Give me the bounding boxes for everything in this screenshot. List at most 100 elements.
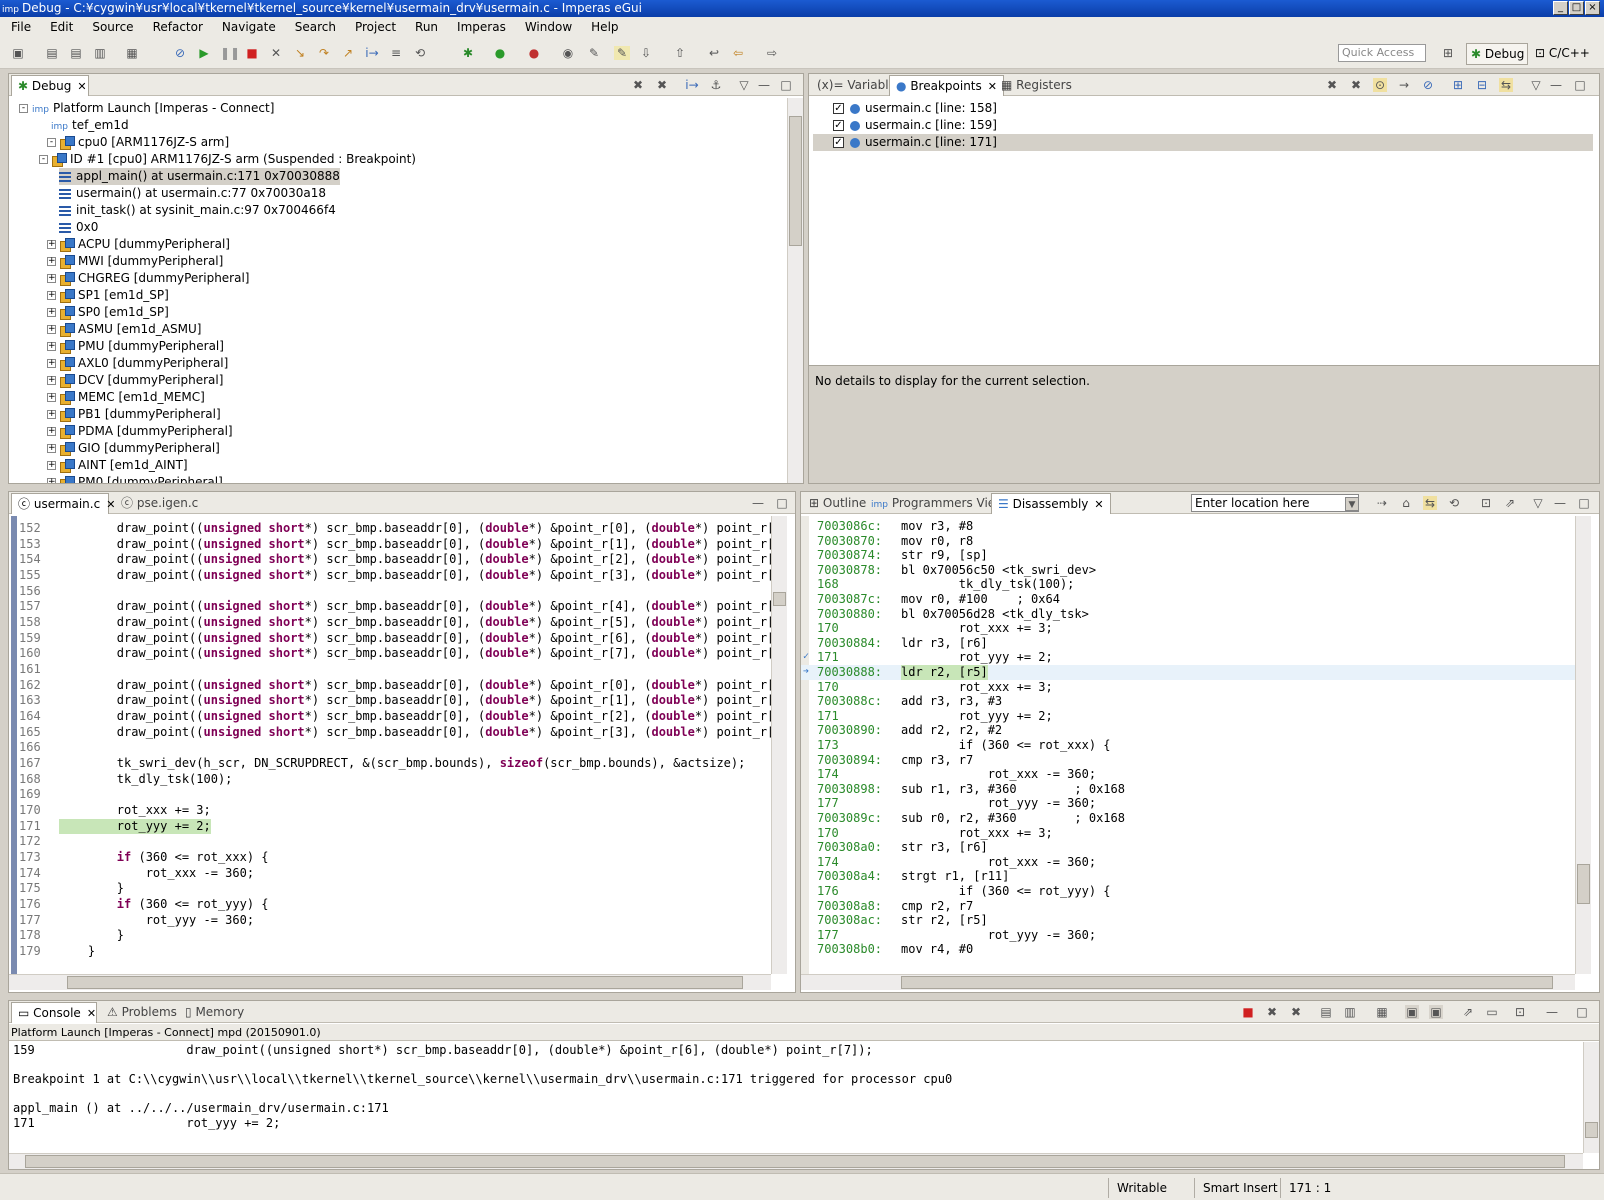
tab-problems[interactable]: ⚠ Problems (101, 1002, 183, 1023)
code-line[interactable]: 161 (17, 662, 773, 678)
maximize-view-icon[interactable]: □ (1573, 78, 1587, 92)
code-line[interactable]: 155 draw_point((unsigned short*) scr_bmp… (17, 568, 773, 584)
breakpoint-item[interactable]: ✓ usermain.c [line: 158] (833, 100, 1593, 117)
debug-tree-item[interactable]: + PMU [dummyPeripheral] (47, 338, 224, 355)
disasm-instruction[interactable]: 70030880: bl 0x70056d28 <tk_dly_tsk> (801, 607, 1575, 622)
code-line[interactable]: 167 tk_swri_dev(h_scr, DN_SCRUPDRECT, &(… (17, 756, 773, 772)
disasm-source-line[interactable]: 174 rot_xxx -= 360; (801, 767, 1575, 782)
tab-disassembly[interactable]: ☰ Disassembly ✕ (991, 493, 1111, 514)
menu-file[interactable]: File (11, 20, 31, 34)
expand-icon[interactable]: + (47, 427, 56, 436)
link-with-debug-icon[interactable]: ⇆ (1499, 78, 1513, 92)
disasm-source-line[interactable]: 170 rot_xxx += 3; (801, 621, 1575, 636)
external-tools-icon[interactable]: ● (526, 46, 542, 60)
minimize-view-icon[interactable]: — (751, 496, 765, 510)
debug-tree-item[interactable]: + MEMC [em1d_MEMC] (47, 389, 205, 406)
code-line[interactable]: 153 draw_point((unsigned short*) scr_bmp… (17, 537, 773, 553)
collapse-icon[interactable]: - (19, 104, 28, 113)
tab-usermain-c[interactable]: ⓒ usermain.c ✕ (11, 493, 115, 514)
resume-icon[interactable]: ▶ (196, 46, 212, 60)
disconnect-icon[interactable]: ✕ (268, 46, 284, 60)
step-mode-icon[interactable]: i→ (685, 78, 699, 92)
breakpoint-item[interactable]: ✓ usermain.c [line: 159] (833, 117, 1593, 134)
expand-all-icon[interactable]: ⊞ (1451, 78, 1465, 92)
instruction-stepping-icon[interactable]: i→ (364, 46, 380, 60)
save-all-icon[interactable]: ▤ (68, 46, 84, 60)
disasm-source-line[interactable]: 170 rot_xxx += 3; (801, 826, 1575, 841)
editor-hscroll[interactable] (9, 974, 771, 990)
use-step-filters-icon[interactable]: ≡ (388, 46, 404, 60)
debug-tree-item[interactable]: + ACPU [dummyPeripheral] (47, 236, 230, 253)
disasm-source-line[interactable]: 174 rot_xxx -= 360; (801, 855, 1575, 870)
debug-tree-item[interactable]: + GIO [dummyPeripheral] (47, 440, 220, 457)
debug-tree-item[interactable]: + SP1 [em1d_SP] (47, 287, 169, 304)
maximize-view-icon[interactable]: □ (1575, 1005, 1589, 1019)
expand-icon[interactable]: + (47, 308, 56, 317)
show-on-output-icon[interactable]: ▣ (1405, 1005, 1419, 1019)
debug-tree-item[interactable]: + PDMA [dummyPeripheral] (47, 423, 233, 440)
collapse-icon[interactable]: - (39, 155, 48, 164)
code-line[interactable]: 171 rot_yyy += 2;✓ (17, 818, 773, 835)
minimize-button[interactable]: _ (1553, 1, 1568, 15)
show-supported-icon[interactable]: ⊙ (1373, 78, 1387, 92)
code-line[interactable]: 168 tk_dly_tsk(100); (17, 772, 773, 788)
console-vscroll[interactable] (1583, 1042, 1599, 1153)
expand-icon[interactable]: + (47, 376, 56, 385)
home-icon[interactable]: ⌂ (1399, 496, 1413, 510)
scroll-thumb[interactable] (1585, 1122, 1598, 1138)
expand-icon[interactable]: + (47, 461, 56, 470)
expand-icon[interactable]: + (47, 257, 56, 266)
menu-source[interactable]: Source (92, 20, 133, 34)
maximize-button[interactable]: □ (1569, 1, 1584, 15)
code-line[interactable]: 172 (17, 834, 773, 850)
menu-window[interactable]: Window (525, 20, 572, 34)
remove-all-breakpoints-icon[interactable]: ✖ (1349, 78, 1363, 92)
clear-console-icon[interactable]: ▤ (1319, 1005, 1333, 1019)
code-line[interactable]: 157 draw_point((unsigned short*) scr_bmp… (17, 599, 773, 615)
code-line[interactable]: 175 } (17, 881, 773, 897)
disassembly-area[interactable]: 7003086c: mov r3, #8 70030870: mov r0, r8 70… (801, 519, 1575, 973)
menu-help[interactable]: Help (591, 20, 618, 34)
expand-icon[interactable]: + (47, 325, 56, 334)
save-icon[interactable]: ▤ (44, 46, 60, 60)
open-console-icon[interactable]: ⊡ (1513, 1005, 1527, 1019)
tab-memory[interactable]: ▯ Memory (179, 1002, 250, 1023)
pin-view-icon[interactable]: ⇗ (1503, 496, 1517, 510)
code-line[interactable]: 178 } (17, 928, 773, 944)
tab-registers[interactable]: ▦ Registers (995, 75, 1078, 96)
disasm-source-line[interactable]: 171 rot_yyy += 2; ✓ (801, 650, 1575, 665)
refresh-icon[interactable]: ⟲ (1447, 496, 1461, 510)
open-perspective-icon[interactable]: ⊞ (1440, 46, 1456, 60)
debug-vscroll[interactable] (787, 98, 803, 483)
code-line[interactable]: 156 (17, 584, 773, 600)
new-view-icon[interactable]: ⊡ (1479, 496, 1493, 510)
search-toolbar-icon[interactable]: ✎ (586, 46, 602, 60)
checkbox[interactable]: ✓ (833, 120, 844, 131)
expand-icon[interactable]: + (47, 359, 56, 368)
disasm-instruction[interactable]: 70030898: sub r1, r3, #360 ; 0x168 (801, 782, 1575, 797)
disasm-source-line[interactable]: 177 rot_yyy -= 360; (801, 928, 1575, 943)
debug-tree-item[interactable]: - cpu0 [ARM1176JZ-S arm] (47, 134, 229, 151)
debug-tree-item[interactable]: - ID #1 [cpu0] ARM1176JZ-S arm (Suspended… (39, 151, 416, 168)
pin-console-icon[interactable]: ⇗ (1461, 1005, 1475, 1019)
debug-tree-item[interactable]: 0x0 (59, 219, 98, 236)
terminate-icon[interactable]: ■ (1241, 1005, 1255, 1019)
code-line[interactable]: 176 if (360 <= rot_yyy) { (17, 897, 773, 913)
binary-icon[interactable]: ▦ (124, 46, 140, 60)
menu-navigate[interactable]: Navigate (222, 20, 276, 34)
debug-tree-item[interactable]: + ASMU [em1d_ASMU] (47, 321, 201, 338)
disasm-source-line[interactable]: 177 rot_yyy -= 360; (801, 796, 1575, 811)
code-line[interactable]: 166 (17, 740, 773, 756)
code-line[interactable]: 163 draw_point((unsigned short*) scr_bmp… (17, 693, 773, 709)
disasm-instruction[interactable]: 70030870: mov r0, r8 (801, 534, 1575, 549)
debug-tree-item[interactable]: + SP0 [em1d_SP] (47, 304, 169, 321)
remove-terminated-icon[interactable]: ✖ (631, 78, 645, 92)
disasm-hscroll[interactable] (801, 974, 1575, 990)
code-line[interactable]: 164 draw_point((unsigned short*) scr_bmp… (17, 709, 773, 725)
back-icon[interactable]: ⇦ (730, 46, 746, 60)
disasm-instruction[interactable]: 700308b0: mov r4, #0 (801, 942, 1575, 957)
disasm-vscroll[interactable] (1575, 516, 1591, 974)
disasm-source-line[interactable]: 170 rot_xxx += 3; (801, 680, 1575, 695)
code-line[interactable]: 159 draw_point((unsigned short*) scr_bmp… (17, 631, 773, 647)
disasm-instruction[interactable]: 7003088c: add r3, r3, #3 (801, 694, 1575, 709)
